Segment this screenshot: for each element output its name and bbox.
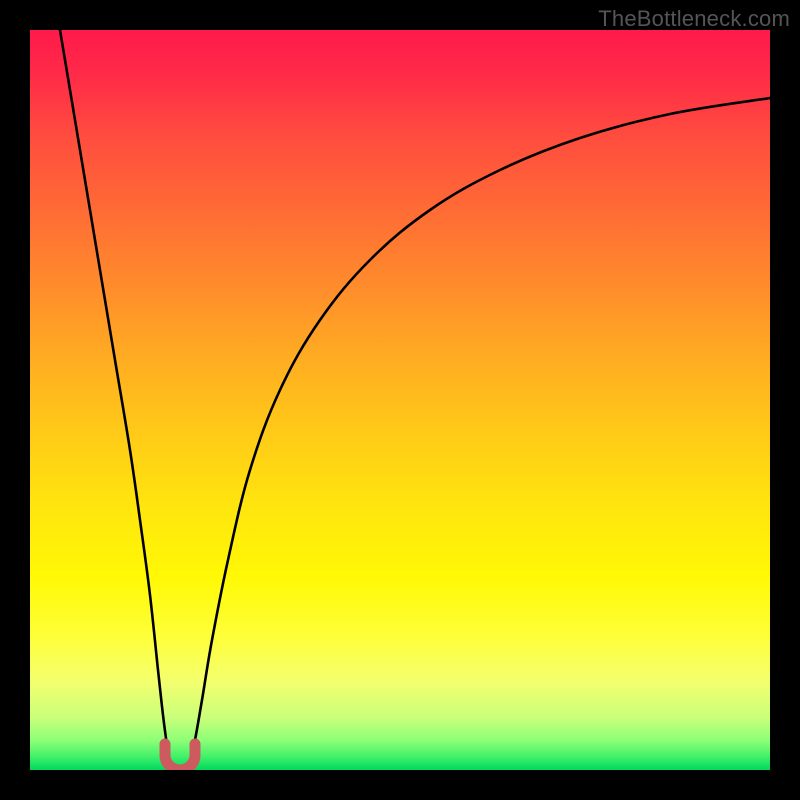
chart-frame: TheBottleneck.com <box>0 0 800 800</box>
watermark-text: TheBottleneck.com <box>598 6 790 32</box>
curve-left-branch <box>60 30 170 762</box>
curve-right-branch <box>190 98 770 762</box>
cusp-u-marker <box>165 744 195 770</box>
bottleneck-curve <box>30 30 770 770</box>
plot-area <box>30 30 770 770</box>
